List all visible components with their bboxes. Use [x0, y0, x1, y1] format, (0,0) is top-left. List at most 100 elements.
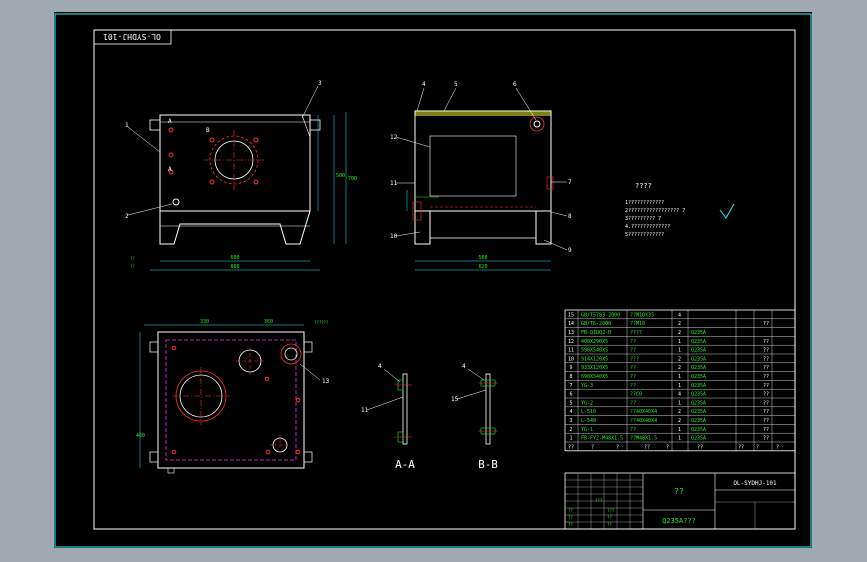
bom-header-cell: ?? — [568, 444, 574, 450]
bom-cell: Q235A — [691, 348, 706, 354]
section-b-label: B-B — [478, 458, 498, 471]
bom-cell: Q235A — [691, 356, 706, 362]
bom-cell: 3 — [569, 418, 572, 424]
dim-front-width: 800 — [230, 264, 239, 270]
bom-cell: 933X120X5 — [581, 365, 608, 371]
inner-frame — [93, 29, 796, 530]
top-body — [157, 331, 305, 469]
bom-cell: Q235A — [691, 427, 706, 433]
bom-cell: ?? — [763, 356, 769, 362]
bom-cell: 590X540X5 — [581, 374, 608, 380]
bom-cell: Q235A — [691, 383, 706, 389]
dim-front-height: 700 — [348, 176, 357, 182]
title-drawing-no: OL-SYDHJ-101 — [733, 480, 777, 487]
bom-cell: ?? — [763, 427, 769, 433]
bom-cell: 1 — [678, 383, 681, 389]
note-line-5: 5???????????? — [625, 232, 664, 238]
bom-cell: L-540 — [581, 418, 596, 424]
drawing-sheet: OL-SYDHJ-101 A A B 1 2 3 600 800 500 700… — [54, 12, 812, 548]
bom-cell: ??M10X35 — [630, 312, 654, 318]
bom-cell: ??C0 — [630, 392, 642, 398]
weld-note-front-2: ?? — [130, 264, 135, 269]
title-small-7: ?? — [607, 522, 612, 527]
bom-cell: 13 — [568, 330, 574, 336]
dim-front-inner: 500 — [336, 173, 345, 179]
dim-top-right: 360 — [264, 319, 273, 325]
bom-cell: 1 — [678, 400, 681, 406]
bom-cell: 4 — [678, 312, 681, 318]
bom-cell: Q235A — [691, 418, 706, 424]
section-mark-a-bottom: A — [168, 166, 172, 173]
callout-11: 11 — [390, 180, 398, 187]
technical-notes: ???? 1???????????? 2????????????????? 7 … — [625, 182, 735, 238]
section-mark-b: B — [206, 127, 210, 134]
section-a-label: A-A — [395, 458, 415, 471]
title-small-6: ?? — [607, 515, 612, 520]
bom-cell: 8 — [569, 374, 572, 380]
bom-cell: ?? — [763, 392, 769, 398]
bom-cell: 590X540X5 — [581, 348, 608, 354]
dim-front-base: 600 — [230, 255, 239, 261]
bom-cell: Q235A — [691, 365, 706, 371]
bom-cell: FB-QIUQ2-H — [581, 330, 611, 336]
bom-cell: ?? — [630, 427, 636, 433]
title-small-3: ??? — [595, 498, 603, 503]
outer-border — [54, 13, 812, 548]
callout-13: 13 — [322, 378, 330, 385]
bom-cell: ?? — [630, 348, 636, 354]
section-mark-a-top: A — [168, 118, 172, 125]
dim-top-left: 330 — [200, 319, 209, 325]
bom-cell: YG-3 — [581, 383, 593, 389]
bom-cell: 7 — [569, 383, 572, 389]
bom-table: 15 GB/T5783-2000 ??M10X35 414 GB/T6-2000 ??M1… — [564, 309, 796, 452]
callout-10: 10 — [390, 233, 398, 240]
notes-title: ???? — [635, 182, 652, 190]
callout-12: 12 — [390, 134, 398, 141]
callout-b-4: 4 — [462, 363, 466, 370]
title-small-1: ?? — [568, 508, 573, 513]
bom-cell: 14 — [568, 321, 574, 327]
title-material: Q235A??? — [662, 517, 696, 525]
callout-5: 5 — [454, 81, 458, 88]
bom-cell: ??40X40X4 — [630, 409, 657, 415]
bom-cell: 2 — [678, 356, 681, 362]
bom-cell: 4 — [678, 392, 681, 398]
top-inner-outline — [165, 339, 297, 461]
bom-cell: ?? — [763, 374, 769, 380]
bom-cell: 2 — [678, 418, 681, 424]
note-line-4: 4.????????????? — [625, 224, 670, 230]
note-line-1: 1???????????? — [625, 200, 664, 206]
callout-a-11: 11 — [361, 407, 369, 414]
bom-cell: L-510 — [581, 409, 596, 415]
bom-cell: ?? — [630, 339, 636, 345]
bom-cell: 4 — [569, 409, 572, 415]
bom-cell: Q235A — [691, 330, 706, 336]
bom-cell: ?? — [763, 339, 769, 345]
bom-cell: YG-1 — [581, 427, 593, 433]
code-label: OL-SYDHJ-101 — [103, 32, 161, 41]
bom-header-cell: ?? — [738, 444, 744, 450]
bom-cell: ?? — [763, 383, 769, 389]
bom-cell: 1 — [569, 436, 572, 442]
front-body — [159, 114, 311, 212]
title-small-4: ?? — [568, 522, 573, 527]
bom-cell: 9 — [569, 365, 572, 371]
bom-header-cell: ? — [756, 444, 759, 450]
bom-cell: 1 — [678, 427, 681, 433]
callout-b-15: 15 — [451, 396, 459, 403]
section-a-a: 4 11 A-A — [361, 363, 415, 471]
bom-cell: 1 — [678, 436, 681, 442]
title-block: ?? Q235A??? OL-SYDHJ-101 ??? ?? ?? ?? ??… — [564, 472, 796, 530]
bom-cell: GB/T6-2000 — [581, 321, 611, 327]
bom-cell: ?? — [630, 374, 636, 380]
bom-cell: 914X120X5 — [581, 356, 608, 362]
title-small-2: ?? — [568, 515, 573, 520]
bom-cell: ?? — [763, 365, 769, 371]
bom-cell: ?? — [630, 383, 636, 389]
bom-cell: ??M10 — [630, 321, 645, 327]
bom-cell: 15 — [568, 312, 574, 318]
surface-finish-mark — [719, 203, 735, 219]
callout-6: 6 — [513, 81, 517, 88]
bom-cell: Q235A — [691, 436, 706, 442]
callout-8: 8 — [568, 213, 572, 220]
